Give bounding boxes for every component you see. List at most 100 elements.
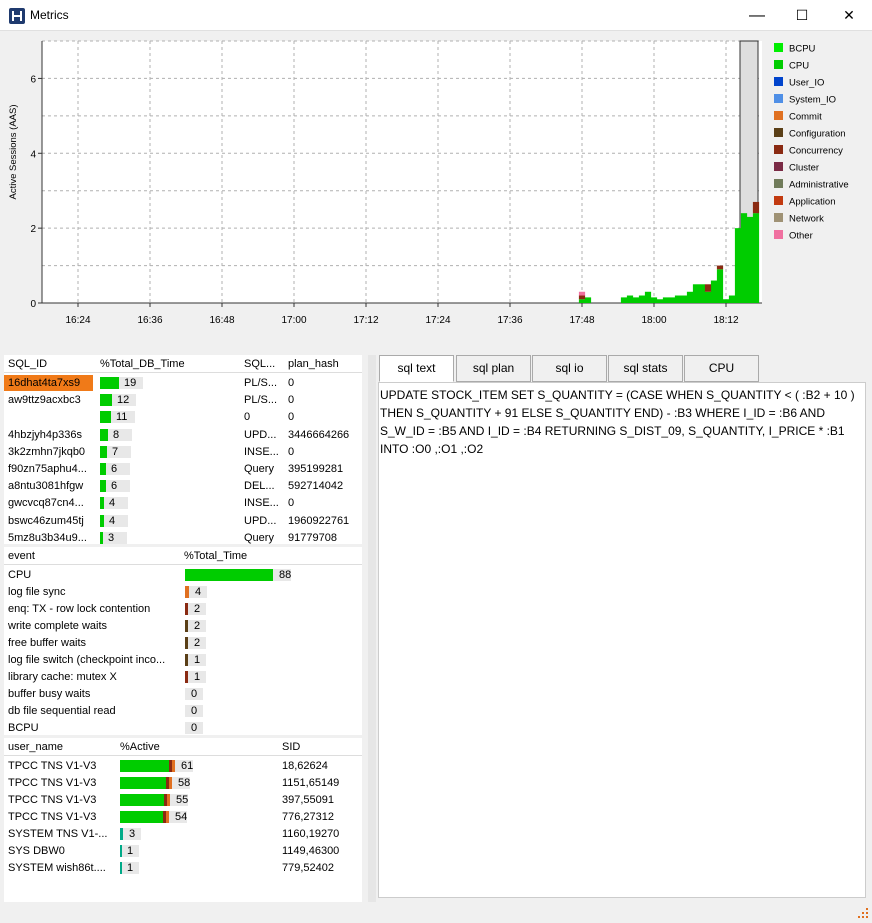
legend-swatch [774, 145, 783, 154]
series-bar-cpu [656, 299, 664, 303]
sql-text-scrollbar[interactable] [866, 382, 872, 898]
table-row[interactable]: SYS DBW0 1 1149,46300 [4, 843, 362, 860]
pct-bar [100, 445, 107, 458]
pct-value: 6 [111, 480, 118, 493]
event-table: event %Total_Time CPU 88 log file sync 4 enq: … [4, 547, 362, 735]
table-row[interactable]: SYSTEM TNS V1-... 3 1160,19270 [4, 826, 362, 843]
tab-sql-io[interactable]: sql io [532, 355, 607, 382]
pct-bar [100, 411, 111, 424]
table-row[interactable]: SYSTEM wish86t.... 1 779,52402 [4, 860, 362, 877]
tab-sql-plan[interactable]: sql plan [456, 355, 531, 382]
user-name-cell: TPCC TNS V1-V3 [8, 760, 97, 772]
table-row[interactable]: 11 0 0 [4, 409, 362, 426]
pct-value: 0 [191, 722, 198, 734]
legend-label: Commit [789, 112, 822, 123]
pct-value: 61 [181, 760, 194, 772]
pct-bar [185, 569, 273, 581]
table-row[interactable]: 3k2zmhn7jkqb0 7 INSE... 0 [4, 444, 362, 461]
pct-bar-commit [167, 794, 170, 806]
maximize-button[interactable]: ☐ [779, 0, 825, 31]
series-bar-cpu [650, 297, 658, 303]
sql-column-header[interactable]: SQL... [244, 358, 275, 370]
sql-column-header[interactable]: SQL_ID [8, 358, 47, 370]
session-table: user_name %Active SID TPCC TNS V1-V3 61 18,62… [4, 738, 362, 902]
pct-value: 4 [109, 497, 116, 510]
close-button[interactable]: ✕ [826, 0, 872, 31]
legend-swatch [774, 213, 783, 222]
x-tick-label: 17:00 [281, 315, 306, 326]
pct-value: 58 [178, 777, 191, 789]
event-column-header[interactable]: event [8, 550, 35, 562]
legend-label: Network [789, 214, 824, 225]
event-column-header[interactable]: %Total_Time [184, 550, 247, 562]
tab-cpu[interactable]: CPU [684, 355, 759, 382]
legend-label: Concurrency [789, 146, 843, 157]
series-bar-concurrency [716, 265, 724, 270]
legend-swatch [774, 162, 783, 171]
pct-value: 1 [194, 654, 201, 666]
table-row[interactable]: library cache: mutex X 1 [4, 669, 362, 686]
pct-value: 12 [117, 394, 130, 407]
status-strip [0, 902, 872, 923]
session-column-header[interactable]: SID [282, 741, 300, 753]
table-row[interactable]: db file sequential read 0 [4, 703, 362, 720]
sql-id-cell: a8ntu3081hfgw [8, 480, 84, 493]
pct-bar [100, 514, 104, 527]
legend-swatch [774, 77, 783, 86]
legend-label: User_IO [789, 78, 824, 89]
sql-id-cell: bswc46zum45tj [8, 514, 84, 527]
plan-hash-cell: 0 [288, 377, 295, 389]
table-row[interactable]: a8ntu3081hfgw 6 DEL... 592714042 [4, 478, 362, 495]
x-tick-label: 17:36 [497, 315, 522, 326]
series-bar-cpu [710, 280, 718, 303]
series-bar-cpu [686, 291, 694, 303]
resize-grip-icon[interactable] [856, 906, 870, 920]
header-divider [4, 372, 362, 373]
pct-bar [100, 428, 108, 441]
legend-swatch [774, 128, 783, 137]
table-row[interactable]: gwcvcq87cn4... 4 INSE... 0 [4, 495, 362, 512]
table-row[interactable]: free buffer waits 2 [4, 635, 362, 652]
table-row[interactable]: TPCC TNS V1-V3 58 1151,65149 [4, 775, 362, 792]
series-bar-cpu [626, 295, 634, 303]
minimize-button[interactable]: — [734, 0, 780, 31]
vertical-splitter[interactable] [368, 355, 376, 902]
table-row[interactable]: TPCC TNS V1-V3 54 776,27312 [4, 809, 362, 826]
table-row[interactable]: TPCC TNS V1-V3 55 397,55091 [4, 792, 362, 809]
table-row[interactable]: write complete waits 2 [4, 618, 362, 635]
table-row[interactable]: buffer busy waits 0 [4, 686, 362, 703]
session-column-header[interactable]: %Active [120, 741, 160, 753]
series-bar-cpu [752, 213, 760, 303]
table-row[interactable]: log file sync 4 [4, 584, 362, 601]
table-row[interactable]: enq: TX - row lock contention 2 [4, 601, 362, 618]
pct-bar [120, 862, 122, 874]
sql-column-header[interactable]: %Total_DB_Time [100, 358, 185, 370]
event-name-cell: write complete waits [8, 620, 108, 632]
session-column-header[interactable]: user_name [8, 741, 63, 753]
table-row[interactable]: aw9ttz9acxbc3 12 PL/S... 0 [4, 392, 362, 409]
tab-sql-stats[interactable]: sql stats [608, 355, 683, 382]
pct-value: 8 [113, 428, 120, 441]
sql-column-header[interactable]: plan_hash [288, 358, 339, 370]
table-row[interactable]: f90zn75aphu4... 6 Query 395199281 [4, 461, 362, 478]
tab-sql-text[interactable]: sql text [379, 355, 454, 382]
legend-swatch [774, 60, 783, 69]
series-bar-cpu [680, 295, 688, 303]
table-row[interactable]: 5mz8u3b34u9... 3 Query 91779708 [4, 530, 362, 544]
y-tick-label: 2 [30, 224, 36, 235]
sid-cell: 779,52402 [282, 862, 334, 874]
table-row[interactable]: 16dhat4ta7xs9 19 PL/S... 0 [4, 375, 362, 392]
sql-id-cell [4, 409, 93, 425]
pct-bar [100, 394, 112, 407]
pct-bar [185, 620, 188, 632]
series-bar-cpu [584, 297, 592, 303]
series-bar-cpu [728, 295, 736, 303]
pct-value: 4 [109, 514, 116, 527]
table-row[interactable]: CPU 88 [4, 567, 362, 584]
table-row[interactable]: BCPU 0 [4, 720, 362, 735]
series-bar-cpu [644, 291, 652, 303]
table-row[interactable]: log file switch (checkpoint inco... 1 [4, 652, 362, 669]
table-row[interactable]: bswc46zum45tj 4 UPD... 1960922761 [4, 513, 362, 530]
table-row[interactable]: TPCC TNS V1-V3 61 18,62624 [4, 758, 362, 775]
table-row[interactable]: 4hbzjyh4p336s 8 UPD... 3446664266 [4, 427, 362, 444]
